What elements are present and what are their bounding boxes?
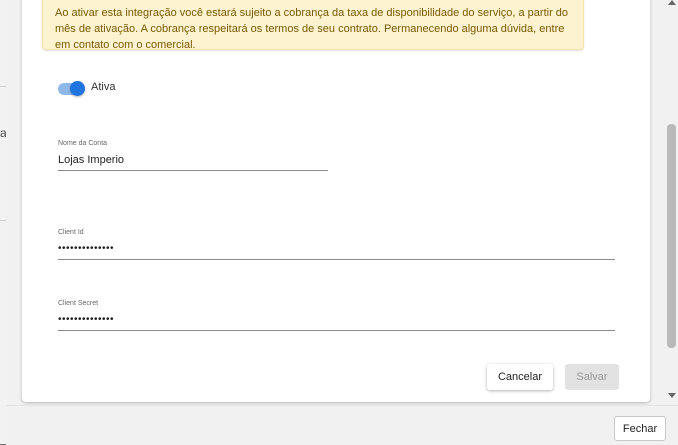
billing-warning-alert: Ao ativar esta integração você estará su…	[42, 0, 584, 51]
account-name-underline	[58, 170, 328, 171]
integration-dialog: Ao ativar esta integração você estará su…	[6, 0, 678, 445]
scroll-down-arrow-icon[interactable]	[668, 393, 676, 398]
client-id-underline	[58, 259, 615, 260]
active-toggle-label: Ativa	[91, 81, 116, 93]
dialog-scroll-area: Ao ativar esta integração você estará su…	[6, 0, 666, 405]
client-id-label: Client Id	[58, 229, 84, 236]
client-secret-field[interactable]: Client Secret ••••••••••••••	[58, 300, 615, 331]
client-secret-label: Client Secret	[58, 300, 99, 307]
save-button[interactable]: Salvar	[565, 364, 619, 390]
client-id-input[interactable]: ••••••••••••••	[58, 243, 615, 255]
account-name-input[interactable]: Lojas Imperio	[58, 154, 328, 166]
account-name-field[interactable]: Nome da Conta Lojas Imperio	[58, 140, 328, 171]
scrollbar-thumb[interactable]	[667, 124, 676, 348]
close-button[interactable]: Fechar	[614, 416, 666, 441]
toggle-thumb	[70, 81, 85, 96]
active-toggle[interactable]	[56, 80, 86, 98]
dialog-footer: Fechar	[6, 405, 678, 445]
client-secret-input[interactable]: ••••••••••••••	[58, 314, 615, 326]
billing-warning-text: Ao ativar esta integração você estará su…	[55, 7, 569, 51]
vertical-scrollbar[interactable]	[666, 0, 678, 405]
scroll-up-arrow-icon[interactable]	[668, 0, 676, 5]
integration-form-card	[22, 0, 650, 402]
account-name-label: Nome da Conta	[58, 140, 108, 147]
cancel-button[interactable]: Cancelar	[487, 364, 553, 390]
client-secret-underline	[58, 330, 615, 331]
client-id-field[interactable]: Client Id ••••••••••••••	[58, 229, 615, 260]
